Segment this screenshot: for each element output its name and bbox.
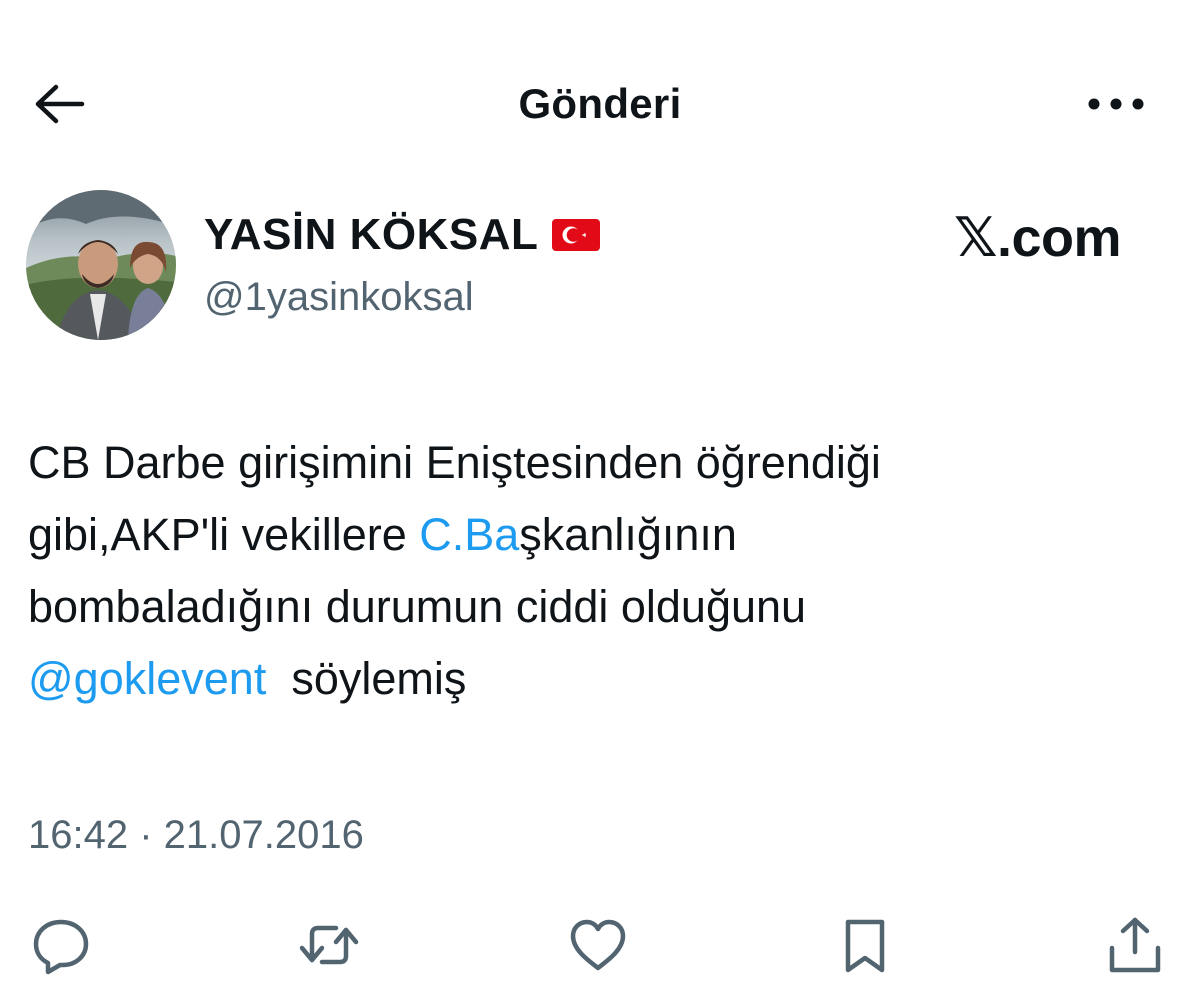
more-options-button[interactable] xyxy=(1080,80,1152,128)
share-button[interactable] xyxy=(1100,910,1170,980)
avatar-photo xyxy=(26,190,176,340)
bookmark-icon xyxy=(845,919,885,973)
mention-link[interactable]: @goklevent xyxy=(28,653,266,704)
page-title: Gönderi xyxy=(518,80,682,127)
bookmark-button[interactable] xyxy=(830,910,900,980)
tweet-line-2-prefix: gibi,AKP'li vekillere xyxy=(28,509,420,560)
like-button[interactable] xyxy=(563,910,633,980)
tweet-line-4: @goklevent söylemiş xyxy=(28,643,1168,715)
retweet-button[interactable] xyxy=(294,910,364,980)
tweet-line-4-suffix: söylemiş xyxy=(266,653,467,704)
display-name-row[interactable]: YASİN KÖKSAL xyxy=(204,207,601,263)
xcom-watermark: 𝕏.com xyxy=(954,208,1122,268)
display-name: YASİN KÖKSAL xyxy=(204,210,539,259)
user-handle[interactable]: @1yasinkoksal xyxy=(204,272,474,322)
tweet-text: CB Darbe girişimini Eniştesinden öğrendi… xyxy=(28,427,1168,715)
tweet-line-3: bombaladığını durumun ciddi olduğunu xyxy=(28,581,807,632)
retweet-icon xyxy=(299,925,359,965)
tweet-line-2-suffix: şkanlığının xyxy=(519,509,737,560)
turkey-flag-icon xyxy=(552,219,601,251)
share-icon xyxy=(1109,917,1161,973)
tweet-line-2: gibi,AKP'li vekillere C.Başkanlığının xyxy=(28,499,1168,571)
more-horizontal-icon xyxy=(1088,98,1144,110)
reply-icon xyxy=(33,919,89,975)
tweet-timestamp[interactable]: 16:42 · 21.07.2016 xyxy=(28,810,364,860)
tweet-link[interactable]: C.Ba xyxy=(419,509,519,560)
reply-button[interactable] xyxy=(26,910,96,980)
xcom-watermark-text: 𝕏.com xyxy=(954,208,1122,268)
like-icon xyxy=(570,919,626,971)
tweet-line-1: CB Darbe girişimini Eniştesinden öğrendi… xyxy=(28,437,881,488)
avatar[interactable] xyxy=(26,190,176,340)
